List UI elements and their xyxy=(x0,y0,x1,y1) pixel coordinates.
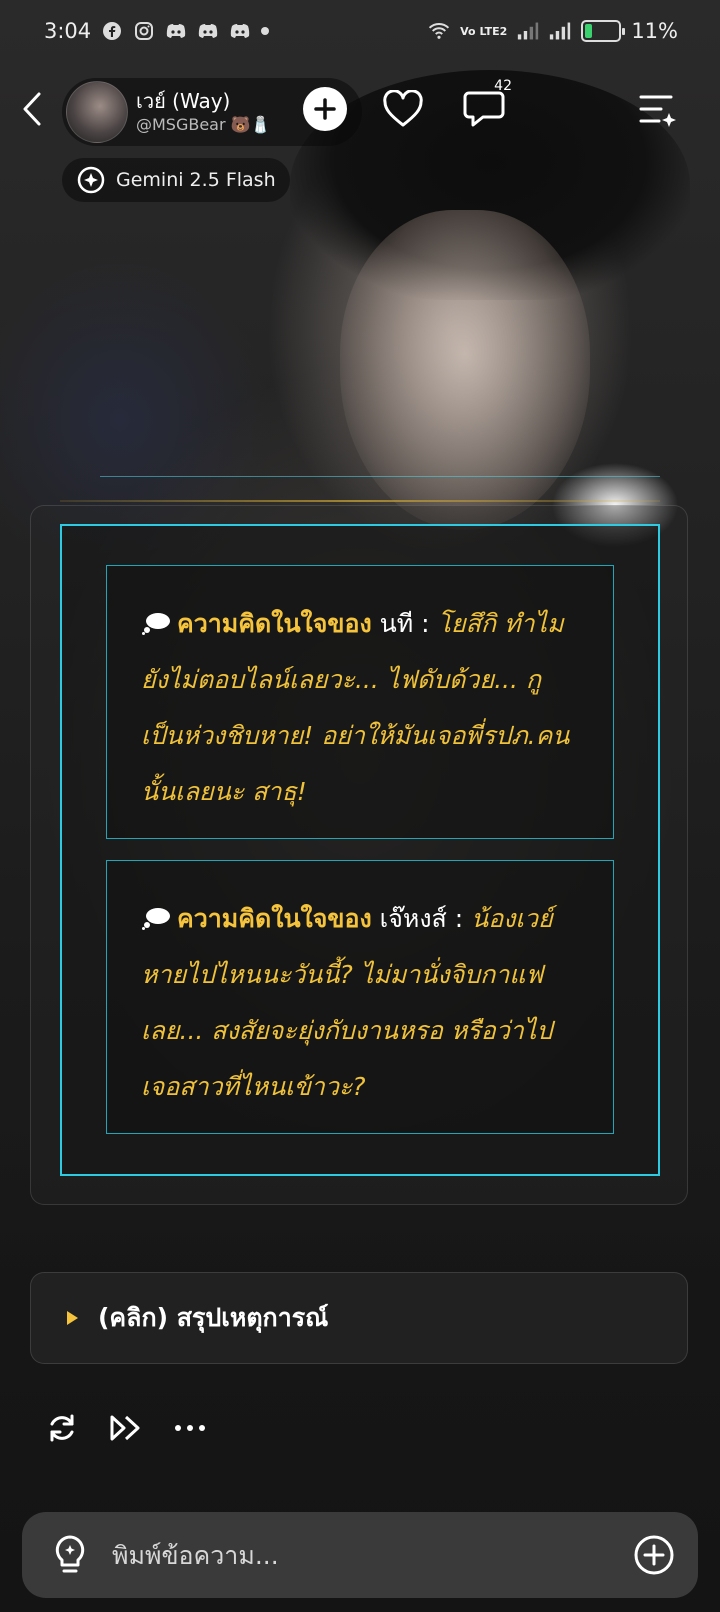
refresh-icon xyxy=(50,1414,74,1442)
summary-label: (คลิก) สรุปเหตุการณ์ xyxy=(98,1303,329,1332)
battery-level xyxy=(585,24,592,38)
thought-box: ความคิดในใจของ นที : โยสึกิ ทำไมยังไม่ตอ… xyxy=(106,565,614,839)
comment-count: 42 xyxy=(494,78,512,94)
wifi-icon xyxy=(428,20,450,42)
attach-button[interactable] xyxy=(632,1533,676,1577)
instagram-icon xyxy=(133,20,155,42)
more-icon xyxy=(175,1425,205,1431)
thought-body: โยสึกิ ทำไมยังไม่ตอบไลน์เลยวะ... ไฟดับด้… xyxy=(141,609,570,806)
message-actions xyxy=(44,1410,208,1446)
like-button[interactable] xyxy=(378,84,428,134)
thought-name: นที : xyxy=(379,609,430,638)
chevron-left-icon xyxy=(23,92,41,126)
signal-icon xyxy=(549,20,571,42)
thought-bubble-icon xyxy=(142,613,170,635)
discord-icon xyxy=(197,20,219,42)
battery-percent: 11% xyxy=(631,19,678,43)
message-composer xyxy=(22,1512,698,1598)
signal-icon xyxy=(517,20,539,42)
status-right: Vo LTE2 11% xyxy=(428,19,678,43)
thought-bubble-icon xyxy=(142,908,170,930)
background-figure-face xyxy=(340,210,590,530)
discord-icon xyxy=(229,20,251,42)
more-options-button[interactable] xyxy=(172,1410,208,1446)
menu-button[interactable] xyxy=(632,84,682,134)
divider-line xyxy=(100,476,660,477)
avatar[interactable] xyxy=(66,81,128,143)
back-button[interactable] xyxy=(14,86,50,132)
add-button[interactable] xyxy=(300,84,350,134)
plus-icon xyxy=(303,87,347,131)
chat-header: เวย์ (Way) @MSGBear 🐻🧂 42 xyxy=(0,72,720,152)
menu-sparkle-icon xyxy=(639,95,676,127)
thought-box: ความคิดในใจของ เจ๊หงส์ : น้องเวย์หายไปไห… xyxy=(106,860,614,1134)
thought-name: เจ๊หงส์ : xyxy=(379,904,464,933)
status-bar: 3:04 Vo LTE2 11% xyxy=(0,0,720,62)
status-time: 3:04 xyxy=(44,19,92,43)
summary-toggle[interactable]: (คลิก) สรุปเหตุการณ์ xyxy=(30,1272,688,1364)
dot-icon xyxy=(261,27,270,35)
model-switch-icon xyxy=(77,166,105,194)
facebook-icon xyxy=(101,20,123,42)
heart-icon xyxy=(383,90,423,127)
lightbulb-icon xyxy=(55,1535,85,1573)
plus-circle-icon xyxy=(634,1535,674,1575)
battery-icon xyxy=(581,20,626,42)
regenerate-button[interactable] xyxy=(44,1410,80,1446)
character-name: เวย์ (Way) xyxy=(136,89,231,113)
discord-icon xyxy=(165,20,187,42)
thought-body: น้องเวย์หายไปไหนนะวันนี้? ไม่มานั่งจิบกา… xyxy=(141,904,553,1101)
thought-label: ความคิดในใจของ xyxy=(177,609,372,638)
profile-text: เวย์ (Way) @MSGBear 🐻🧂 xyxy=(136,88,271,136)
comments-button[interactable]: 42 xyxy=(460,78,512,134)
creator-handle: @MSGBear 🐻🧂 xyxy=(136,115,271,134)
caret-right-icon xyxy=(67,1311,78,1325)
model-selector[interactable]: Gemini 2.5 Flash xyxy=(62,158,290,202)
model-label: Gemini 2.5 Flash xyxy=(116,169,276,191)
status-left: 3:04 xyxy=(44,19,270,43)
continue-button[interactable] xyxy=(108,1410,144,1446)
comment-icon xyxy=(463,91,505,127)
fast-forward-icon xyxy=(110,1415,140,1441)
network-label: Vo LTE2 xyxy=(460,24,508,38)
suggestion-button[interactable] xyxy=(50,1533,90,1577)
divider-line-gold xyxy=(60,500,660,502)
message-input[interactable] xyxy=(112,1540,632,1570)
thought-label: ความคิดในใจของ xyxy=(177,904,372,933)
